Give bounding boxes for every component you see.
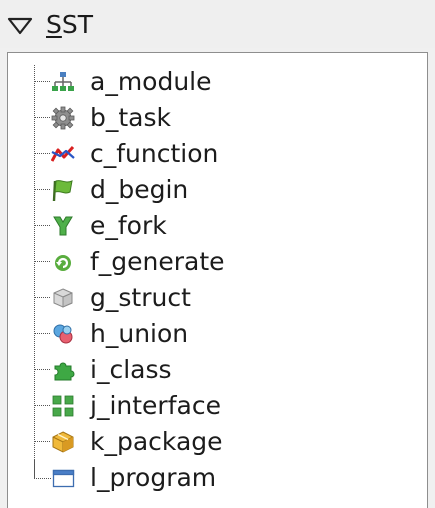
package-icon [52,431,74,453]
sst-tree[interactable]: a_module b_task c_function d_begin e_for… [7,52,428,508]
fork-icon [53,216,73,236]
chevron-down-icon[interactable] [7,16,33,36]
tree-item-label: d_begin [90,175,189,204]
tree-connector [35,225,50,226]
window-icon [52,469,75,488]
tree-item-a-module[interactable]: a_module [8,64,388,100]
function-graph-icon [51,145,75,162]
tree-connector [35,333,50,334]
tree-connector [35,81,50,82]
tree-item-label: a_module [90,67,212,96]
union-blocks-icon [53,324,73,344]
hierarchy-icon [52,72,74,91]
tree-item-label: h_union [90,319,189,348]
tree-item-label: b_task [90,103,171,132]
generate-icon [55,255,71,271]
tree-item-label: e_fork [90,211,167,240]
tree-connector [35,153,50,154]
section-title: SST [46,7,93,43]
sst-section-header[interactable]: SST [0,0,435,48]
tree-item-l-program[interactable]: l_program [8,460,388,496]
tree-connector [35,405,50,406]
tree-item-d-begin[interactable]: d_begin [8,172,388,208]
gear-icon [51,106,75,130]
tree-item-k-package[interactable]: k_package [8,424,388,460]
tree-item-f-generate[interactable]: f_generate [8,244,388,280]
tree-connector [35,369,50,370]
tree-connector [35,189,50,190]
title-mnemonic: S [46,10,62,39]
cube-stack-icon [53,288,73,308]
tree-connector [35,117,50,118]
tree-item-g-struct[interactable]: g_struct [8,280,388,316]
tree-item-label: g_struct [90,283,191,312]
tree-item-i-class[interactable]: i_class [8,352,388,388]
puzzle-icon [54,362,75,381]
tree-item-label: f_generate [90,247,225,276]
interface-squares-icon [52,395,74,417]
tree-connector [35,261,50,262]
tree-item-label: l_program [90,463,217,492]
tree-item-e-fork[interactable]: e_fork [8,208,388,244]
tree-item-b-task[interactable]: b_task [8,100,388,136]
tree-connector [35,297,50,298]
tree-item-c-function[interactable]: c_function [8,136,388,172]
tree-item-label: i_class [90,355,172,384]
tree-item-j-interface[interactable]: j_interface [8,388,388,424]
flag-icon [52,180,73,202]
tree-item-h-union[interactable]: h_union [8,316,388,352]
tree-item-label: j_interface [90,391,221,420]
tree-connector [35,441,50,442]
tree-item-label: k_package [90,427,223,456]
title-rest: ST [61,10,94,39]
tree-item-label: c_function [90,139,219,168]
